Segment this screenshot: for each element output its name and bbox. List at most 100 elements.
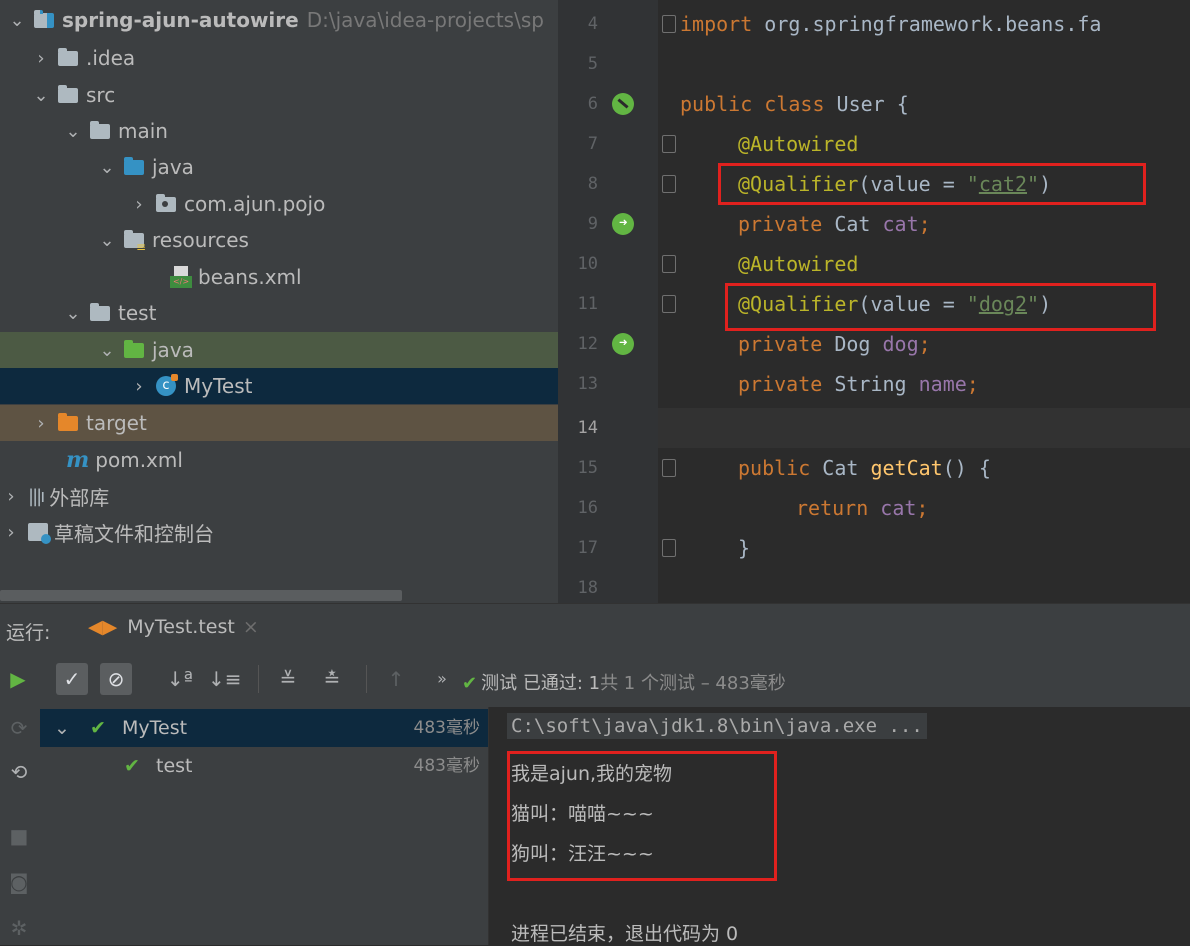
- tree-item-scratches[interactable]: › 草稿文件和控制台: [0, 514, 558, 550]
- sort-alphabetically-icon[interactable]: ↓ª: [164, 663, 196, 695]
- fold-marker-icon[interactable]: [662, 539, 676, 557]
- code-editor[interactable]: 4 5 6 7 8 9 10 11 12 13 14 15 16 17 18 i…: [558, 0, 1190, 603]
- collapse-all-icon[interactable]: ≛: [316, 663, 348, 695]
- folder-icon: [90, 120, 110, 139]
- method-name: getCat: [870, 456, 943, 480]
- toolbar-separator: [258, 665, 259, 693]
- rerun-failed-icon[interactable]: ⟳: [6, 715, 32, 741]
- code-line: public Cat getCat() {: [738, 448, 991, 488]
- gutter-line: 8: [558, 164, 676, 204]
- more-icon[interactable]: »: [426, 663, 458, 695]
- gutter-line: 17: [558, 528, 676, 568]
- close-icon[interactable]: ×: [243, 616, 259, 638]
- run-label: 运行:: [6, 622, 51, 644]
- tree-item-resources[interactable]: ⌄ resources: [0, 222, 558, 258]
- test-suite-row[interactable]: ⌄ ✔ MyTest 483毫秒: [40, 709, 488, 747]
- previous-failed-icon[interactable]: ↑: [380, 663, 412, 695]
- highlight-box: [725, 283, 1156, 331]
- code-text: Cat: [810, 456, 871, 480]
- tree-item-pom-xml[interactable]: m pom.xml: [0, 442, 558, 478]
- settings-icon[interactable]: ✲: [6, 915, 32, 941]
- fold-marker-icon[interactable]: [662, 135, 676, 153]
- line-number: 18: [577, 578, 598, 598]
- code-line: private String name;: [738, 364, 979, 404]
- chevron-right-icon[interactable]: ›: [30, 413, 52, 434]
- horizontal-scrollbar[interactable]: [0, 590, 402, 601]
- test-case-row[interactable]: ✔ test 483毫秒: [40, 747, 488, 785]
- test-suite-name: MyTest: [122, 717, 188, 739]
- run-config-icon: ◀▶: [88, 616, 118, 638]
- autowired-navigate-icon[interactable]: [612, 213, 634, 235]
- chevron-down-icon[interactable]: ⌄: [96, 157, 118, 178]
- fold-marker-icon[interactable]: [662, 255, 676, 273]
- line-number: 15: [577, 458, 598, 478]
- fold-marker-icon[interactable]: [662, 175, 676, 193]
- gutter-line: 14: [558, 408, 658, 448]
- tree-item-label: test: [118, 301, 157, 325]
- tree-item-target[interactable]: › target: [0, 405, 558, 441]
- tree-item-label: resources: [152, 228, 249, 252]
- chevron-right-icon[interactable]: ›: [0, 522, 22, 543]
- test-status: ✔ 测试 已通过: 1共 1 个测试 – 483毫秒: [462, 669, 786, 695]
- chevron-right-icon[interactable]: ›: [0, 486, 22, 507]
- run-tab[interactable]: ◀▶ MyTest.test ×: [88, 616, 259, 638]
- gutter-line: 5: [558, 44, 658, 84]
- chevron-right-icon[interactable]: ›: [30, 48, 52, 69]
- autowired-navigate-icon[interactable]: [612, 333, 634, 355]
- stop-icon[interactable]: ■: [6, 823, 32, 849]
- code-text: org.springframework.beans.fa: [752, 12, 1102, 36]
- expand-all-icon[interactable]: ≚: [272, 663, 304, 695]
- show-ignored-icon[interactable]: ⊘: [100, 663, 132, 695]
- xml-file-icon: [170, 266, 192, 288]
- gutter-line: 7: [558, 124, 676, 164]
- tree-item-beans-xml[interactable]: beans.xml: [0, 259, 558, 295]
- chevron-down-icon[interactable]: ⌄: [62, 121, 84, 142]
- console-output[interactable]: C:\soft\java\jdk1.8\bin\java.exe ... 我是a…: [488, 707, 1190, 945]
- tree-item-main-java[interactable]: ⌄ java: [0, 149, 558, 185]
- camera-icon[interactable]: ◙: [6, 869, 32, 895]
- tree-item-src[interactable]: ⌄ src: [0, 77, 558, 113]
- tree-item-label: 草稿文件和控制台: [54, 521, 214, 546]
- keyword: import: [680, 12, 753, 36]
- keyword: private: [738, 212, 823, 236]
- gutter-line: 12: [558, 324, 658, 364]
- tree-item-package[interactable]: › com.ajun.pojo: [0, 186, 558, 222]
- code-line: private Cat cat;: [738, 204, 931, 244]
- chevron-right-icon[interactable]: ›: [128, 194, 150, 215]
- tree-item-idea[interactable]: › .idea: [0, 40, 558, 76]
- chevron-down-icon[interactable]: ⌄: [54, 709, 70, 747]
- semicolon: ;: [918, 212, 931, 236]
- tree-item-label: src: [86, 83, 116, 107]
- chevron-down-icon[interactable]: ⌄: [96, 230, 118, 251]
- chevron-down-icon[interactable]: ⌄: [6, 10, 28, 31]
- sort-by-duration-icon[interactable]: ↓≡: [208, 663, 242, 695]
- code-line: @Autowired: [738, 244, 858, 284]
- tree-item-external-libraries[interactable]: › |||ı 外部库: [0, 478, 558, 514]
- chevron-right-icon[interactable]: ›: [128, 376, 150, 397]
- tree-item-label: pom.xml: [95, 448, 183, 472]
- tree-item-test-java[interactable]: ⌄ java: [0, 332, 558, 368]
- tree-item-test[interactable]: ⌄ test: [0, 295, 558, 331]
- line-number: 10: [577, 254, 598, 274]
- code-line: import org.springframework.beans.fa: [680, 4, 1101, 44]
- code-text: User {: [824, 92, 909, 116]
- toggle-auto-test-icon[interactable]: ⟲: [6, 759, 32, 785]
- spring-bean-icon[interactable]: [612, 93, 634, 115]
- console-command-line[interactable]: C:\soft\java\jdk1.8\bin\java.exe ...: [507, 713, 927, 739]
- keyword: private: [738, 332, 823, 356]
- gutter-line: 6: [558, 84, 658, 124]
- project-tool-window: ⌄ spring-ajun-autowire D:\java\idea-proj…: [0, 0, 558, 603]
- folder-icon: [58, 84, 78, 103]
- show-passed-icon[interactable]: ✓: [56, 663, 88, 695]
- fold-marker-icon[interactable]: [662, 459, 676, 477]
- tree-item-main[interactable]: ⌄ main: [0, 113, 558, 149]
- console-exit-line: 进程已结束，退出代码为 0: [511, 923, 739, 945]
- tree-root-module[interactable]: ⌄ spring-ajun-autowire D:\java\idea-proj…: [0, 2, 558, 38]
- chevron-down-icon[interactable]: ⌄: [62, 303, 84, 324]
- chevron-down-icon[interactable]: ⌄: [30, 85, 52, 106]
- fold-marker-icon[interactable]: [662, 15, 676, 33]
- tree-item-mytest[interactable]: › c MyTest: [0, 368, 558, 404]
- chevron-down-icon[interactable]: ⌄: [96, 340, 118, 361]
- fold-marker-icon[interactable]: [662, 295, 676, 313]
- rerun-icon[interactable]: ▶: [2, 663, 34, 695]
